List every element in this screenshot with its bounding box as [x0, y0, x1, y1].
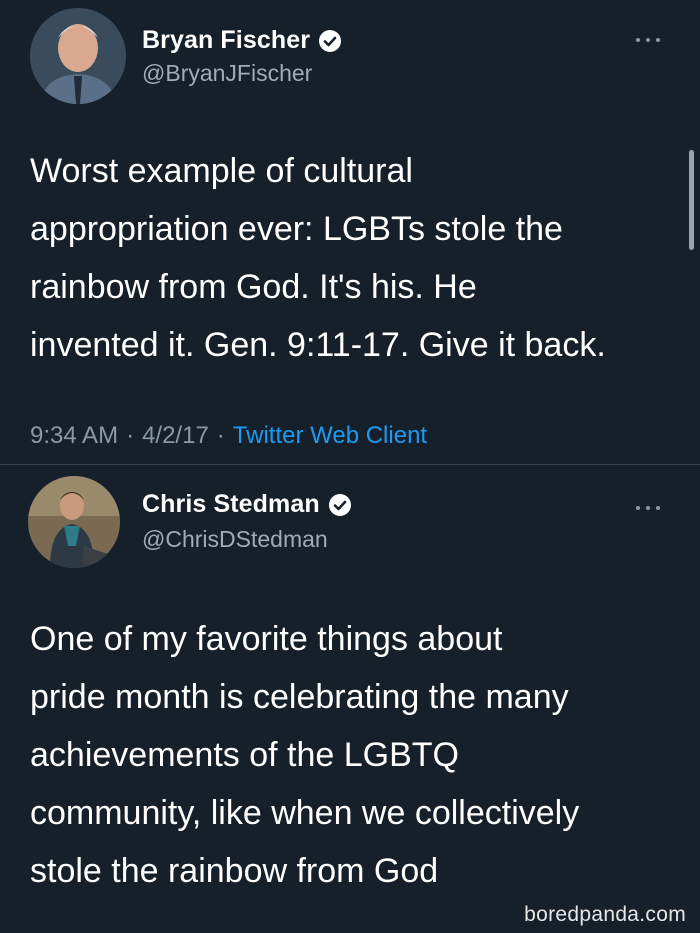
scrollbar[interactable]: [689, 150, 694, 250]
more-options-icon[interactable]: [636, 36, 660, 44]
tweet-chris-stedman[interactable]: Chris Stedman @ChrisDStedman One of my f…: [0, 466, 700, 933]
more-options-icon[interactable]: [636, 504, 660, 512]
display-name-row[interactable]: Bryan Fischer: [142, 26, 342, 55]
divider: [0, 464, 700, 465]
tweet-client-link[interactable]: Twitter Web Client: [233, 422, 427, 450]
meta-separator: ·: [126, 422, 135, 449]
handle[interactable]: @ChrisDStedman: [142, 526, 328, 553]
tweet-time: 9:34 AM: [30, 422, 119, 449]
tweet-meta: 9:34 AM · 4/2/17 · Twitter Web Client: [30, 422, 427, 450]
meta-separator: ·: [216, 422, 225, 449]
tweet-text: One of my favorite things about pride mo…: [30, 620, 580, 890]
tweet-date[interactable]: 4/2/17: [142, 422, 209, 450]
avatar[interactable]: [28, 476, 120, 568]
display-name[interactable]: Chris Stedman: [142, 490, 320, 519]
tweet-text: Worst example of cultural appropriation …: [30, 152, 606, 364]
verified-badge-icon: [328, 493, 352, 517]
display-name[interactable]: Bryan Fischer: [142, 26, 310, 55]
watermark: boredpanda.com: [524, 903, 686, 926]
verified-badge-icon: [318, 29, 342, 53]
tweet-bryan-fischer[interactable]: Bryan Fischer @BryanJFischer Worst examp…: [0, 0, 700, 465]
avatar[interactable]: [30, 8, 126, 104]
display-name-row[interactable]: Chris Stedman: [142, 490, 352, 519]
handle[interactable]: @BryanJFischer: [142, 60, 312, 87]
